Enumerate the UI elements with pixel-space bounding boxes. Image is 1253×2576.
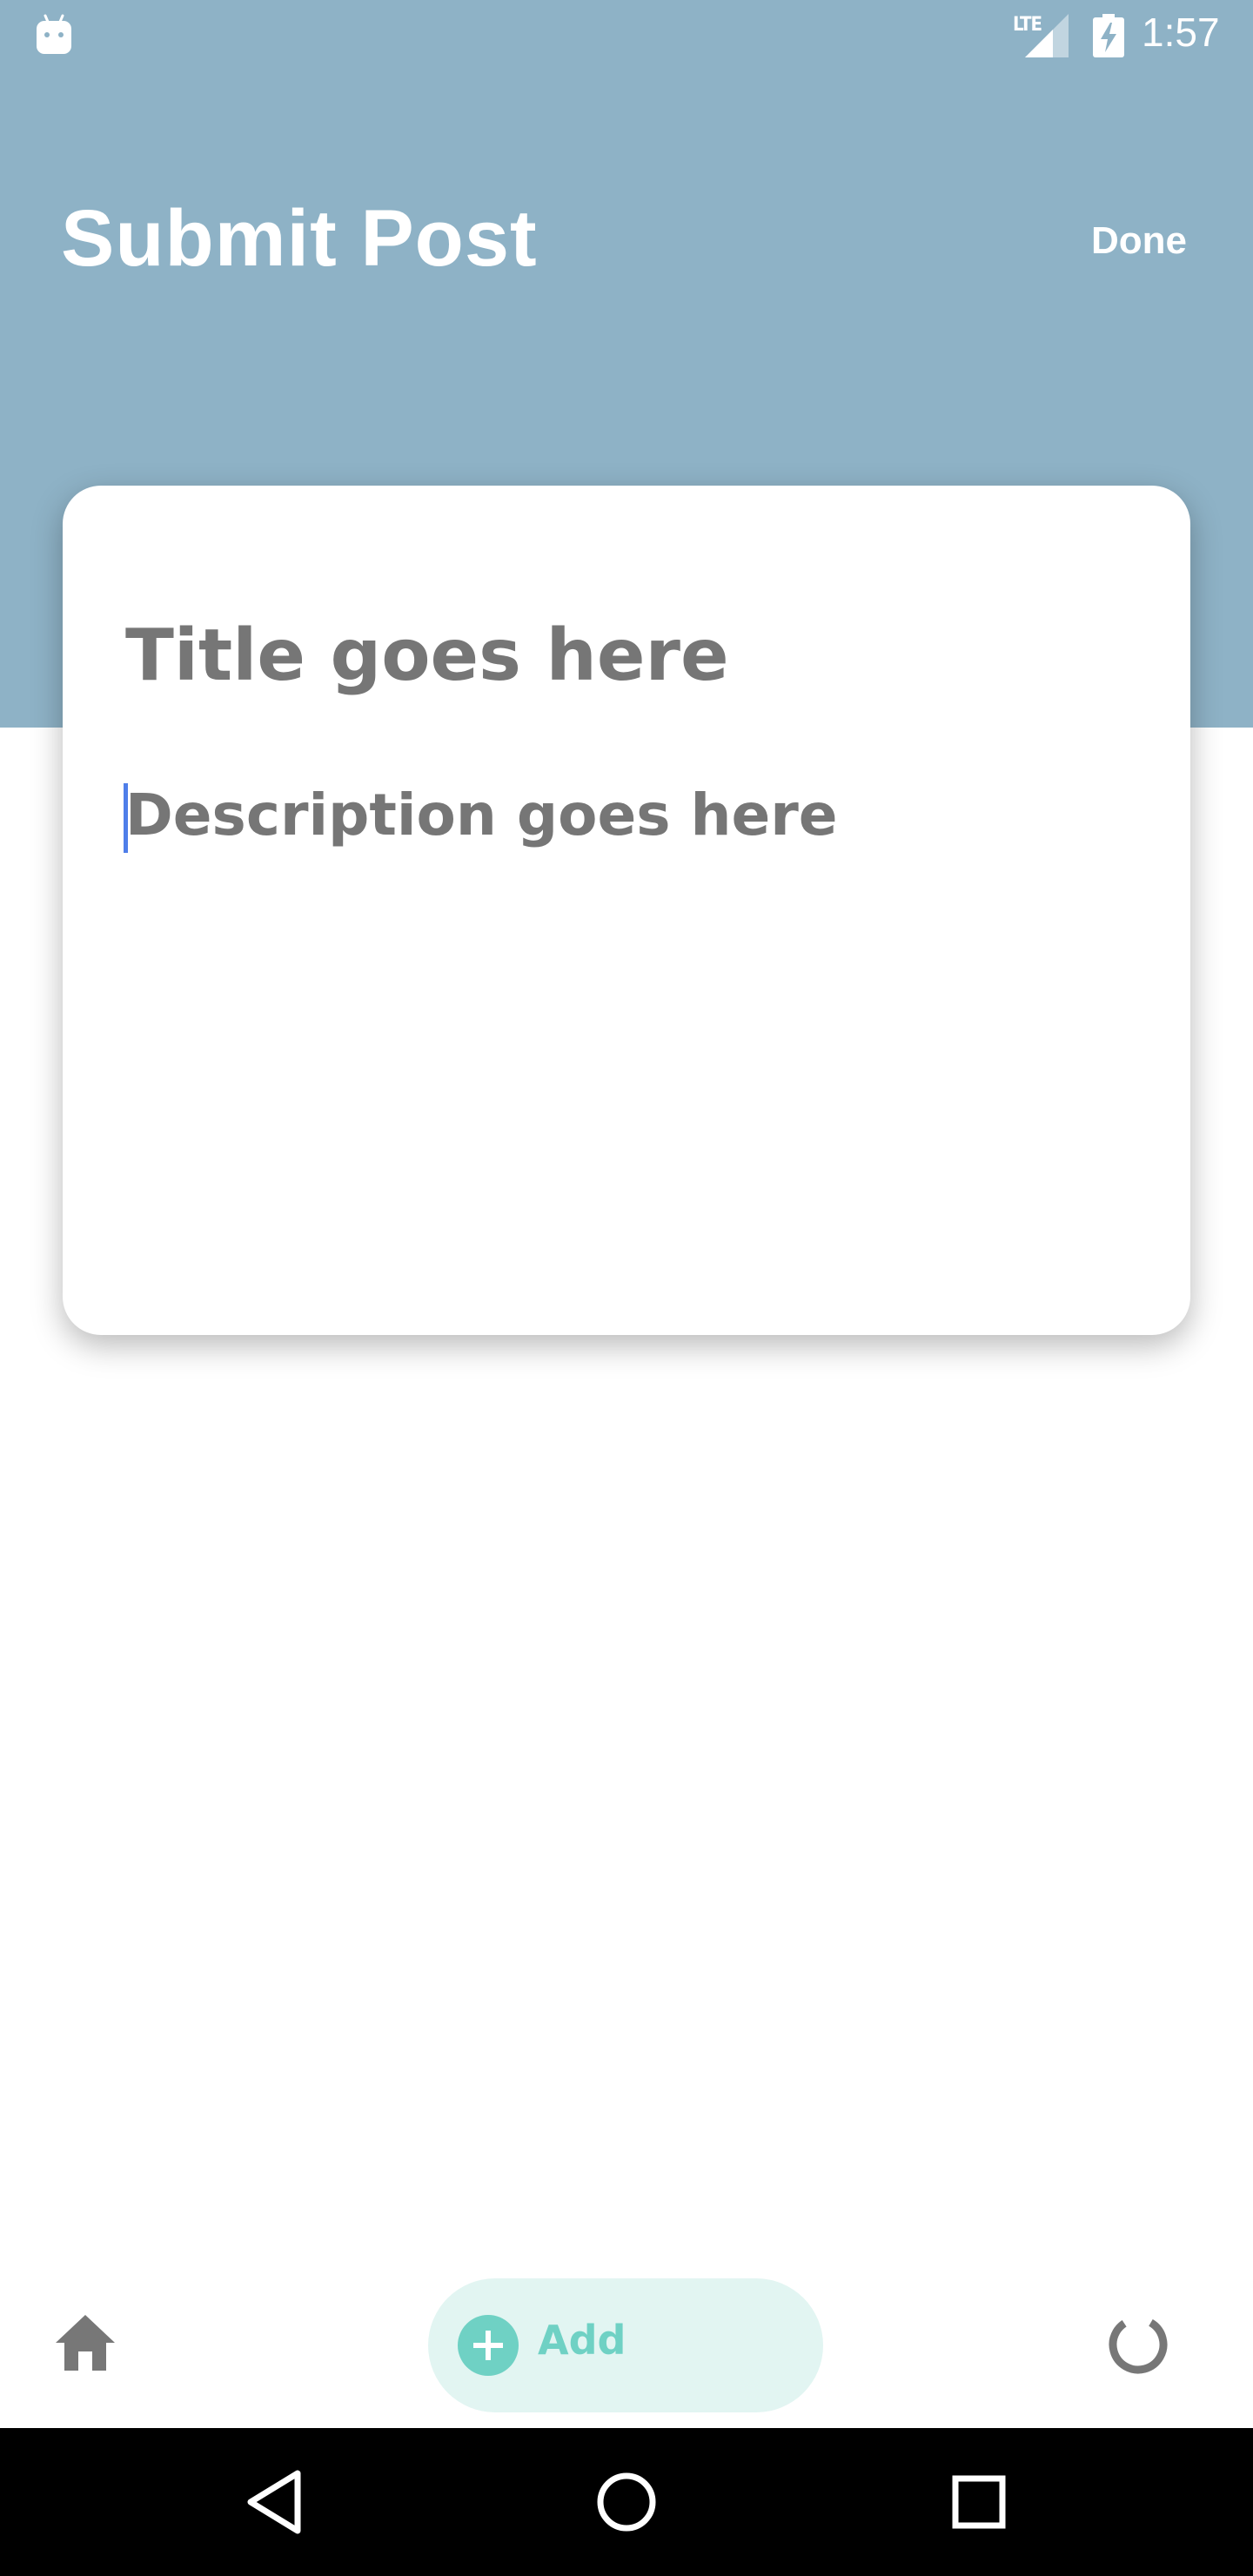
home-circle-icon[interactable] [587,2463,666,2541]
back-icon[interactable] [235,2463,313,2541]
add-label: Add [538,2317,626,2364]
loading-icon[interactable] [1107,2313,1169,2376]
page-title: Submit Post [61,194,538,283]
system-nav-bar [0,2428,1253,2576]
plus-icon [458,2315,519,2376]
bottom-nav: Add [0,2263,1253,2428]
add-button[interactable]: Add [428,2278,823,2412]
battery-charging-icon [1093,14,1124,57]
android-icon [37,14,71,54]
title-input[interactable] [125,614,1126,697]
done-button[interactable]: Done [1091,219,1187,263]
text-caret [124,783,128,853]
signal-icon [1025,14,1069,57]
status-time: 1:57 [1142,10,1220,55]
home-icon[interactable] [54,2313,117,2372]
post-card [63,486,1190,1335]
status-bar: LTE 1:57 [0,0,1253,70]
recents-icon[interactable] [940,2463,1018,2541]
description-input[interactable] [125,782,1126,1269]
